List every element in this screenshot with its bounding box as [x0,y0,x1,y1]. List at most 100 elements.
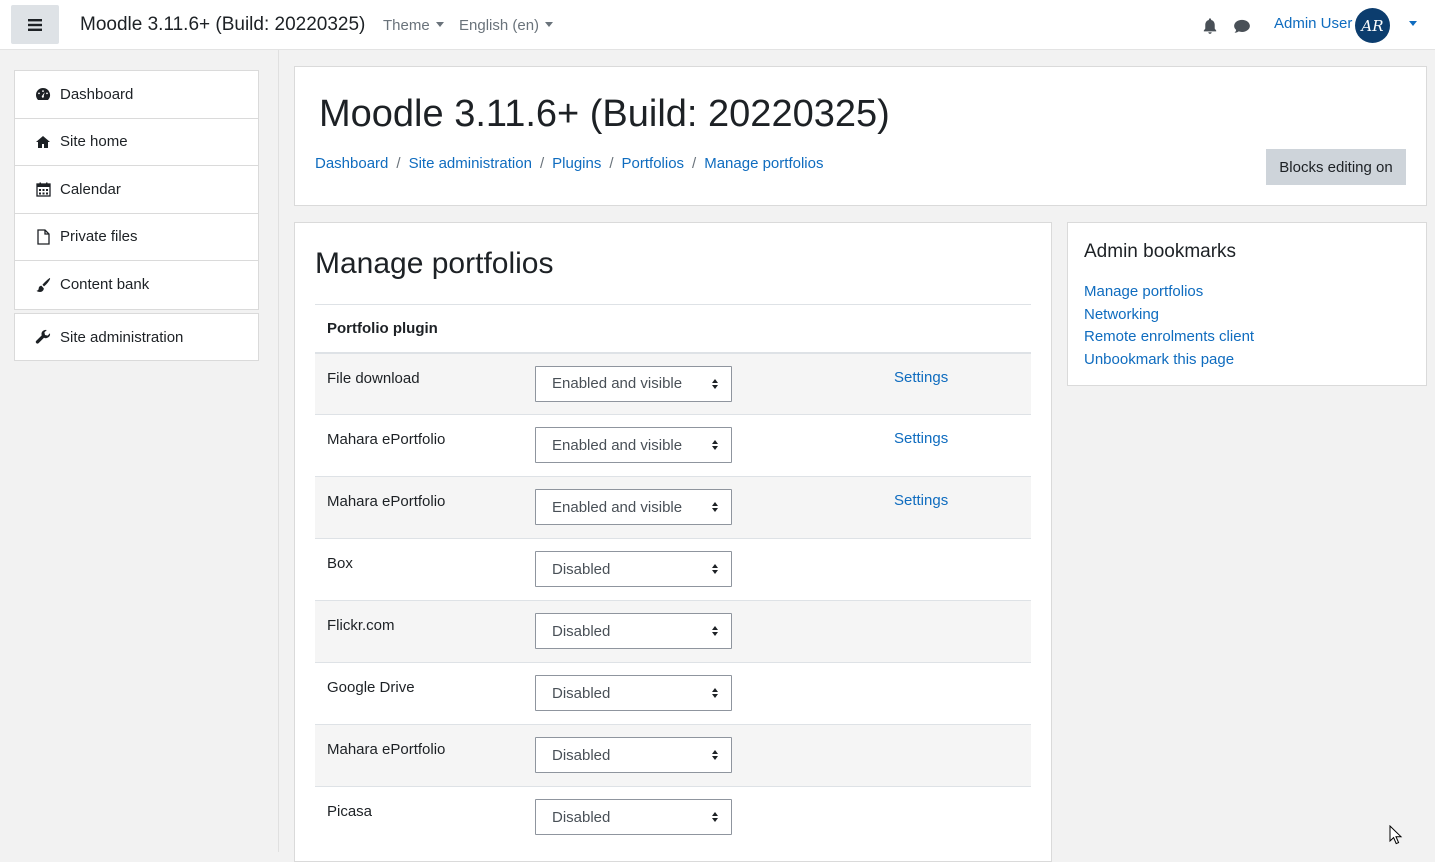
visibility-select[interactable]: Disabled [535,799,732,835]
list-item: Networking [1084,304,1254,327]
settings-cell-empty [894,538,1031,601]
mouse-cursor-icon [1389,825,1403,845]
drawer-item-private-files[interactable]: Private files [15,214,258,261]
table-header-row: Portfolio plugin [315,304,1031,354]
admin-bookmarks-block: Admin bookmarks Manage portfolios Networ… [1067,222,1427,386]
chat-icon[interactable] [1233,17,1251,35]
bookmark-link[interactable]: Remote enrolments client [1084,328,1254,345]
drawer-item-calendar[interactable]: Calendar [15,166,258,214]
breadcrumb: Dashboard / Site administration / Plugins / Po… [315,155,823,172]
column-header-portfolio-plugin: Portfolio plugin [315,304,1031,354]
select-arrows-icon [712,378,718,389]
plugin-name: Mahara ePortfolio [315,724,535,787]
settings-link[interactable]: Settings [894,430,948,447]
table-row: File download Enabled and visible Settin… [315,352,1031,415]
visibility-select-value: Disabled [552,560,611,578]
breadcrumb-site-administration[interactable]: Site administration [409,155,532,172]
breadcrumb-separator: / [692,155,697,172]
list-item: Manage portfolios [1084,281,1254,304]
nav-drawer: Dashboard Site home Calendar Private fil… [0,50,279,852]
settings-link[interactable]: Settings [894,369,948,386]
breadcrumb-separator: / [539,155,545,172]
settings-cell-empty [894,724,1031,787]
admin-bookmarks-list: Manage portfolios Networking Remote enro… [1084,281,1254,371]
theme-dropdown[interactable]: Theme [383,17,444,34]
home-icon [35,134,51,150]
plugin-name: File download [315,352,535,415]
table-row: Box Disabled [315,538,1031,601]
hamburger-icon [28,18,42,31]
visibility-select-value: Disabled [552,622,611,640]
drawer-item-label: Site home [60,133,128,151]
visibility-select[interactable]: Disabled [535,675,732,711]
admin-bookmarks-title: Admin bookmarks [1084,241,1237,262]
page-header: Moodle 3.11.6+ (Build: 20220325) Dashboa… [294,66,1427,206]
table-row: Picasa Disabled [315,786,1031,849]
visibility-select[interactable]: Disabled [535,613,732,649]
table-row: Mahara ePortfolio Enabled and visible Se… [315,476,1031,539]
breadcrumb-dashboard[interactable]: Dashboard [315,155,388,172]
drawer-item-site-home[interactable]: Site home [15,119,258,166]
plugin-name: Mahara ePortfolio [315,414,535,477]
select-arrows-icon [712,688,718,698]
plugin-name: Box [315,538,535,601]
table-row: Google Drive Disabled [315,662,1031,725]
nav-drawer-admin-group: Site administration [14,313,259,361]
breadcrumb-separator: / [396,155,401,172]
main-heading: Manage portfolios [315,247,554,280]
nav-drawer-main-group: Dashboard Site home Calendar Private fil… [14,70,259,310]
settings-cell-empty [894,786,1031,849]
page-title: Moodle 3.11.6+ (Build: 20220325) [319,93,890,135]
portfolio-table: Portfolio plugin File download Enabled a… [315,304,1031,849]
table-row: Mahara ePortfolio Enabled and visible Se… [315,414,1031,477]
caret-down-icon [435,22,444,27]
blocks-editing-button[interactable]: Blocks editing on [1266,149,1406,185]
dashboard-icon [35,86,51,102]
caret-down-icon [545,22,554,27]
visibility-select-value: Enabled and visible [552,375,683,392]
settings-link[interactable]: Settings [894,492,948,509]
settings-cell-empty [894,600,1031,663]
drawer-toggle-button[interactable] [11,5,59,44]
unbookmark-link[interactable]: Unbookmark this page [1084,351,1234,368]
plugin-name: Picasa [315,786,535,849]
drawer-item-site-administration[interactable]: Site administration [15,314,258,360]
breadcrumb-plugins[interactable]: Plugins [552,155,601,172]
language-dropdown-label: English (en) [459,17,540,34]
user-menu-name[interactable]: Admin User [1274,15,1352,32]
top-navbar: Moodle 3.11.6+ (Build: 20220325) Theme E… [0,0,1435,50]
drawer-item-label: Private files [60,228,138,246]
list-item: Unbookmark this page [1084,349,1254,372]
select-arrows-icon [712,502,718,512]
calendar-icon [35,181,51,197]
visibility-select[interactable]: Disabled [535,737,732,773]
select-arrows-icon [712,626,718,636]
visibility-select[interactable]: Enabled and visible [535,365,732,402]
site-brand[interactable]: Moodle 3.11.6+ (Build: 20220325) [80,14,365,36]
visibility-select-value: Enabled and visible [552,436,683,454]
visibility-select[interactable]: Enabled and visible [535,427,732,463]
brush-icon [35,277,51,293]
bookmark-link[interactable]: Manage portfolios [1084,283,1203,300]
drawer-item-content-bank[interactable]: Content bank [15,261,258,309]
visibility-select[interactable]: Disabled [535,551,732,587]
plugin-name: Flickr.com [315,600,535,663]
visibility-select[interactable]: Enabled and visible [535,489,732,525]
main-region: Manage portfolios Portfolio plugin File … [294,222,1052,862]
visibility-select-value: Disabled [552,808,611,826]
drawer-item-dashboard[interactable]: Dashboard [15,71,258,119]
drawer-item-label: Site administration [60,328,184,346]
language-dropdown[interactable]: English (en) [459,17,554,34]
visibility-select-value: Disabled [552,684,611,702]
bell-icon[interactable] [1201,17,1219,35]
drawer-item-label: Content bank [60,276,150,294]
user-menu-caret-icon[interactable] [1409,21,1417,26]
user-avatar[interactable]: AR [1355,8,1390,43]
drawer-item-label: Dashboard [60,85,134,103]
theme-dropdown-label: Theme [383,17,430,34]
visibility-select-value: Disabled [552,746,611,764]
breadcrumb-manage-portfolios[interactable]: Manage portfolios [704,155,823,172]
breadcrumb-portfolios[interactable]: Portfolios [622,155,685,172]
select-arrows-icon [712,812,718,822]
bookmark-link[interactable]: Networking [1084,306,1159,323]
